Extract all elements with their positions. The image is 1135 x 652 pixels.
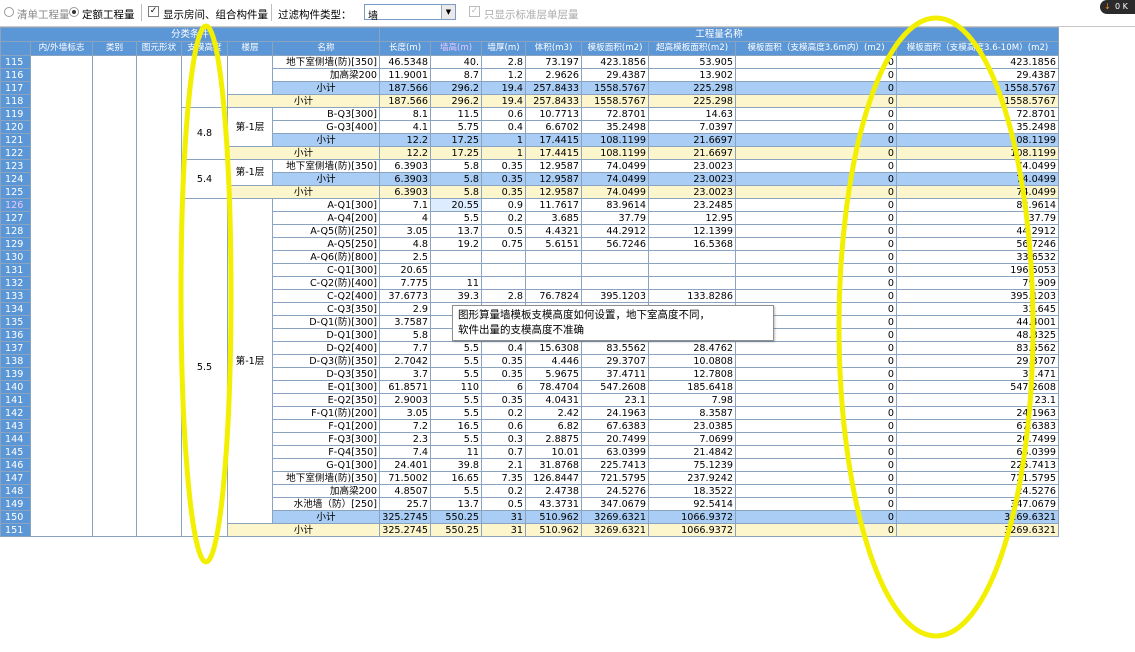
annotation-ellipse-formwork-columns (836, 15, 1036, 639)
annotation-layer (178, 15, 1036, 639)
annotation-ellipse-height-column (178, 23, 234, 565)
